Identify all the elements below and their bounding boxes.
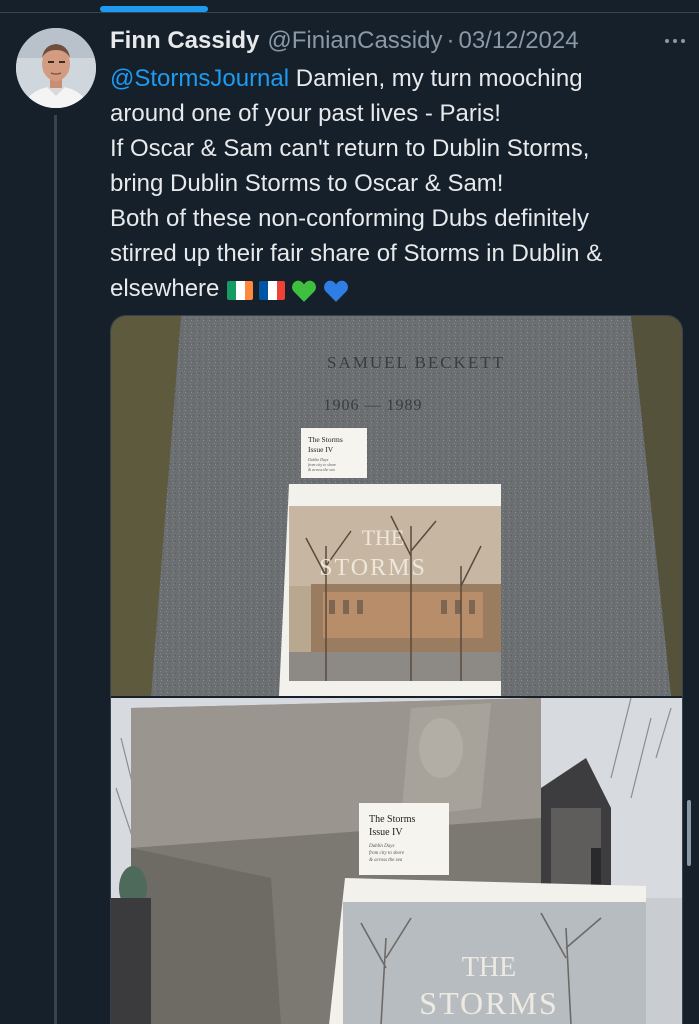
text-line-6: stirred up their fair share of Storms in… xyxy=(110,240,603,267)
magazine-title-1: THE xyxy=(362,525,405,550)
post-detail-view: Finn Cassidy @FinianCassidy · 03/12/2024… xyxy=(0,0,699,1024)
thread-line xyxy=(54,115,57,1024)
emoji-row xyxy=(227,279,349,303)
green-heart-icon xyxy=(292,280,317,302)
text-line-4: bring Dublin Storms to Oscar & Sam! xyxy=(110,170,504,197)
text-line-5: Both of these non-conforming Dubs defini… xyxy=(110,205,589,232)
card-issue: Issue IV xyxy=(369,827,403,838)
flag-ireland-icon xyxy=(227,281,254,300)
grave-years: 1906 — 1989 xyxy=(324,397,423,414)
text-line-1: Damien, my turn mooching xyxy=(289,65,583,92)
separator: · xyxy=(446,27,455,54)
user-handle[interactable]: @FinianCassidy xyxy=(267,27,442,55)
text-line-3: If Oscar & Sam can't return to Dublin St… xyxy=(110,135,590,162)
text-line-7: elsewhere xyxy=(110,275,220,302)
mention-link[interactable]: @StormsJournal xyxy=(110,65,289,92)
card-sub-3: & across the sea xyxy=(369,858,403,863)
display-name[interactable]: Finn Cassidy xyxy=(110,27,259,55)
magazine-cover: THE STORMS xyxy=(279,484,501,696)
blue-heart-icon xyxy=(324,280,349,302)
more-options-icon[interactable] xyxy=(655,31,685,51)
scrollbar[interactable] xyxy=(687,800,691,866)
issue-card: The Storms Issue IV Dublin Days from cit… xyxy=(301,428,367,478)
avatar-photo xyxy=(16,28,96,108)
photo-beckett-grave[interactable]: SAMUEL BECKETT 1906 — 1989 The Storms Is… xyxy=(111,316,682,696)
divider xyxy=(0,12,699,13)
photo-wilde-tomb[interactable]: The Storms Issue IV Dublin Days from cit… xyxy=(111,698,682,1024)
post-text: @StormsJournal Damien, my turn mooching … xyxy=(110,61,690,306)
text-line-2: around one of your past lives - Paris! xyxy=(110,100,501,127)
card-issue: Issue IV xyxy=(308,445,334,454)
card-sub-3: & across the sea xyxy=(308,467,335,472)
magazine-title-2: STORMS xyxy=(419,985,558,1021)
card-title: The Storms xyxy=(369,814,415,825)
media-grid: SAMUEL BECKETT 1906 — 1989 The Storms Is… xyxy=(110,315,683,1024)
magazine-title-1: THE xyxy=(462,952,516,983)
magazine-cover: THE STORMS xyxy=(329,878,646,1024)
card-sub-1: Dublin Days xyxy=(368,844,394,849)
issue-card: The Storms Issue IV Dublin Days from cit… xyxy=(359,803,449,875)
card-sub-2: from city to shore xyxy=(369,851,405,856)
post-header: Finn Cassidy @FinianCassidy · 03/12/2024 xyxy=(110,24,685,58)
magazine-title-2: STORMS xyxy=(319,555,427,581)
avatar[interactable] xyxy=(16,28,96,108)
flag-france-icon xyxy=(259,281,286,300)
grave-name: SAMUEL BECKETT xyxy=(327,353,505,372)
post-date[interactable]: 03/12/2024 xyxy=(458,27,578,55)
card-title: The Storms xyxy=(308,435,343,444)
